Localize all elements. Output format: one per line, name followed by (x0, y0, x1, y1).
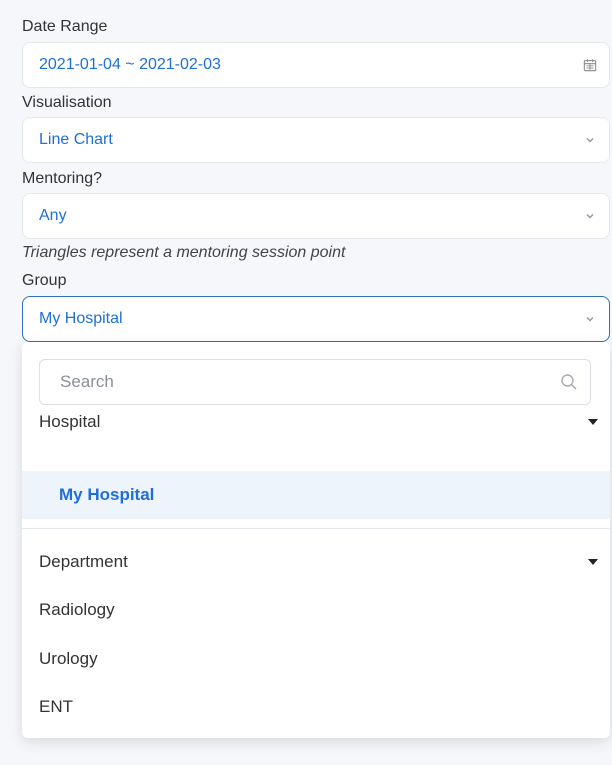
option-ent[interactable]: ENT (22, 683, 610, 731)
group-header-department[interactable]: Department (22, 544, 610, 580)
group-header-label: Department (39, 552, 128, 571)
group-select[interactable]: My Hospital (22, 296, 610, 342)
caret-down-icon (588, 559, 598, 565)
chevron-down-icon (583, 312, 597, 326)
search-icon (560, 373, 578, 391)
caret-down-icon (588, 419, 598, 425)
visualisation-label: Visualisation (22, 94, 112, 111)
mentoring-hint: Triangles represent a mentoring session … (22, 244, 346, 261)
dropdown-search[interactable] (39, 359, 591, 405)
group-label: Group (22, 272, 67, 289)
date-range-value: 2021-01-04 ~ 2021-02-03 (39, 56, 221, 73)
mentoring-value: Any (39, 207, 67, 224)
search-input[interactable] (58, 371, 560, 393)
date-range-label: Date Range (22, 18, 108, 35)
option-urology[interactable]: Urology (22, 635, 610, 683)
group-header-label: Hospital (39, 412, 101, 431)
group-header-hospital[interactable]: Hospital (22, 404, 610, 440)
group-value: My Hospital (39, 310, 123, 327)
mentoring-select[interactable]: Any (22, 193, 610, 239)
group-divider (22, 528, 610, 529)
chevron-down-icon (583, 133, 597, 147)
visualisation-select[interactable]: Line Chart (22, 117, 610, 163)
option-my-hospital[interactable]: My Hospital (22, 471, 610, 519)
date-range-picker[interactable]: 2021-01-04 ~ 2021-02-03 (22, 42, 610, 88)
option-radiology[interactable]: Radiology (22, 586, 610, 634)
group-dropdown: Hospital My Hospital Department Radiolog… (22, 342, 610, 738)
chevron-down-icon (583, 209, 597, 223)
mentoring-label: Mentoring? (22, 170, 103, 187)
visualisation-value: Line Chart (39, 131, 113, 148)
calendar-icon (583, 58, 597, 72)
